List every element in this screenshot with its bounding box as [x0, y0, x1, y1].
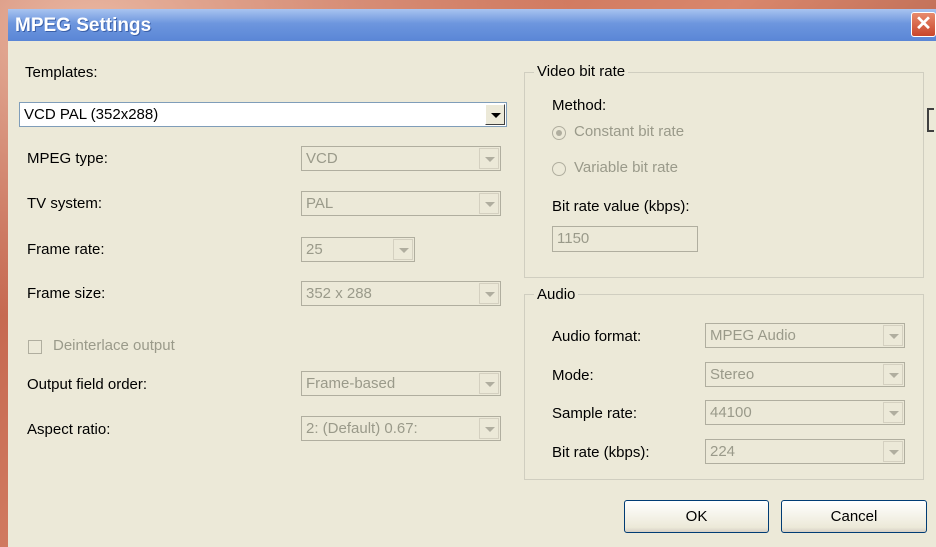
chevron-down-icon [889, 373, 899, 378]
output-field-order-value: Frame-based [306, 375, 396, 392]
aspect-ratio-label: Aspect ratio: [27, 421, 111, 438]
chevron-down-icon [485, 427, 495, 432]
sample-rate-dropdown[interactable]: 44100 [705, 400, 905, 425]
tv-system-value: PAL [306, 195, 334, 212]
variable-bit-rate-label: Variable bit rate [574, 159, 678, 176]
video-bit-rate-group-title: Video bit rate [534, 63, 629, 80]
constant-bit-rate-radio[interactable] [552, 126, 566, 140]
window-title: MPEG Settings [15, 15, 152, 36]
bit-rate-value-field[interactable]: 1150 [552, 226, 698, 252]
mpeg-settings-dialog: MPEG Settings ✕ Templates: VCD PAL (352x… [8, 9, 936, 547]
frame-size-label: Frame size: [27, 285, 106, 302]
sample-rate-label: Sample rate: [552, 405, 638, 422]
mode-dropdown[interactable]: Stereo [705, 362, 905, 387]
audio-bit-rate-dropdown[interactable]: 224 [705, 439, 905, 464]
mpeg-type-dropdown-arrow[interactable] [479, 148, 499, 169]
tv-system-dropdown-arrow[interactable] [479, 193, 499, 214]
chevron-down-icon [485, 202, 495, 207]
aspect-ratio-dropdown-arrow[interactable] [479, 418, 499, 439]
frame-rate-dropdown-arrow[interactable] [393, 239, 413, 260]
output-field-order-label: Output field order: [27, 376, 148, 393]
mpeg-type-value: VCD [306, 150, 338, 167]
frame-size-dropdown[interactable]: 352 x 288 [301, 281, 501, 306]
chevron-down-icon [485, 157, 495, 162]
partial-bracket-glyph [927, 108, 934, 132]
chevron-down-icon [399, 248, 409, 253]
ok-button[interactable]: OK [624, 500, 769, 533]
radio-selected-dot [556, 130, 562, 136]
aspect-ratio-value: 2: (Default) 0.67: [306, 420, 418, 437]
frame-size-dropdown-arrow[interactable] [479, 283, 499, 304]
aspect-ratio-dropdown[interactable]: 2: (Default) 0.67: [301, 416, 501, 441]
templates-dropdown-arrow[interactable] [485, 104, 505, 125]
frame-rate-label: Frame rate: [27, 241, 105, 258]
audio-format-label: Audio format: [552, 328, 642, 345]
close-button[interactable]: ✕ [911, 12, 936, 37]
output-field-order-dropdown-arrow[interactable] [479, 373, 499, 394]
templates-value: VCD PAL (352x288) [24, 106, 159, 123]
chevron-down-icon [889, 411, 899, 416]
mpeg-type-dropdown[interactable]: VCD [301, 146, 501, 171]
tv-system-label: TV system: [27, 195, 103, 212]
templates-label: Templates: [25, 64, 98, 81]
mode-value: Stereo [710, 366, 755, 383]
chevron-down-icon [491, 113, 501, 118]
cancel-button[interactable]: Cancel [781, 500, 927, 533]
audio-bit-rate-label: Bit rate (kbps): [552, 444, 650, 461]
deinterlace-checkbox[interactable] [28, 340, 42, 354]
close-icon: ✕ [915, 13, 932, 35]
sample-rate-value: 44100 [710, 404, 752, 421]
method-label: Method: [552, 97, 607, 114]
templates-dropdown[interactable]: VCD PAL (352x288) [19, 102, 507, 127]
chevron-down-icon [889, 334, 899, 339]
audio-bit-rate-dropdown-arrow[interactable] [883, 441, 903, 462]
mpeg-type-label: MPEG type: [27, 150, 108, 167]
constant-bit-rate-label: Constant bit rate [574, 123, 685, 140]
chevron-down-icon [485, 292, 495, 297]
mode-dropdown-arrow[interactable] [883, 364, 903, 385]
tv-system-dropdown[interactable]: PAL [301, 191, 501, 216]
mode-label: Mode: [552, 367, 594, 384]
bit-rate-value-label: Bit rate value (kbps): [552, 198, 690, 215]
audio-bit-rate-value: 224 [710, 443, 736, 460]
output-field-order-dropdown[interactable]: Frame-based [301, 371, 501, 396]
title-bar[interactable]: MPEG Settings ✕ [8, 9, 936, 41]
chevron-down-icon [485, 382, 495, 387]
frame-rate-dropdown[interactable]: 25 [301, 237, 415, 262]
sample-rate-dropdown-arrow[interactable] [883, 402, 903, 423]
frame-size-value: 352 x 288 [306, 285, 372, 302]
frame-rate-value: 25 [306, 241, 323, 258]
variable-bit-rate-radio[interactable] [552, 162, 566, 176]
audio-group-title: Audio [534, 286, 579, 303]
audio-format-value: MPEG Audio [710, 327, 796, 344]
chevron-down-icon [889, 450, 899, 455]
deinterlace-label: Deinterlace output [53, 337, 175, 354]
audio-format-dropdown[interactable]: MPEG Audio [705, 323, 905, 348]
audio-format-dropdown-arrow[interactable] [883, 325, 903, 346]
